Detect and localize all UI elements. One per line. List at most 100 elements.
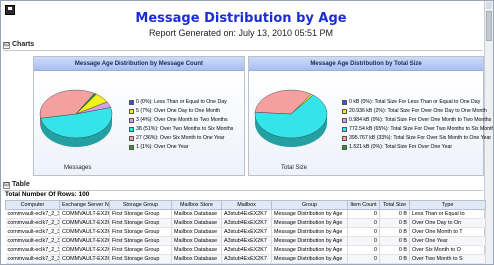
table-cell: COMMVAULT-EX2K7 <box>59 227 110 237</box>
legend-label: 3 (4%): Over One Month to Two Months <box>136 117 228 123</box>
legend-label: 20.936 kB (2%): Total Size For Over One … <box>349 108 487 114</box>
legend-swatch <box>342 109 347 114</box>
table-cell: Over Six Month to O <box>409 245 486 255</box>
legend-item: 0 (0%): Less Than or Equal to One Day <box>129 98 233 107</box>
chart-caption: Messages <box>64 165 92 171</box>
table-cell: Over One Day to On <box>409 218 486 228</box>
column-header[interactable]: Storage Group <box>109 200 172 210</box>
column-header[interactable]: Exchange Server Name <box>59 200 110 210</box>
scroll-up-icon[interactable] <box>486 2 492 9</box>
table-cell: A3stub4ExEX2K7 <box>221 245 272 255</box>
table-cell: 0 <box>347 218 380 228</box>
chart-title: Message Age Distribution by Message Coun… <box>34 57 244 71</box>
table-row[interactable]: commvault-ecIk7_2_3 COMMVAULT-EX2K7 First … <box>5 218 486 228</box>
legend-label: 1.521 kB (0%): Total Size For Over One Y… <box>349 144 453 150</box>
legend-item: 3 (4%): Over One Month to Two Months <box>129 116 233 125</box>
table-cell: A3stub4ExEX2K7 <box>221 218 272 228</box>
chart-legend: 0 kB (0%): Total Size For Less Than or E… <box>342 98 494 152</box>
table-cell: 0 B <box>379 254 410 264</box>
table-cell: 0 B <box>379 236 410 246</box>
column-header[interactable]: Computer <box>5 200 60 210</box>
legend-item: 20.936 kB (2%): Total Size For Over One … <box>342 107 493 116</box>
table-cell: Message Distribution by Age <box>271 227 348 237</box>
report-title: Message Distribution by Age <box>135 11 347 26</box>
table-row[interactable]: commvault-ecIk7_2_3 COMMVAULT-EX2K7 First … <box>5 227 486 237</box>
pie-chart <box>254 89 328 147</box>
column-header[interactable]: Total Size <box>379 200 410 210</box>
table-cell: commvault-ecIk7_2_3 <box>5 218 60 228</box>
table-cell: Mailbox Database <box>171 227 222 237</box>
table-cell: Mailbox Database <box>171 236 222 246</box>
table-cell: A3stub4ExEX2K7 <box>221 209 272 219</box>
table-row[interactable]: commvault-ecIk7_2_3 COMMVAULT-EX2K7 First … <box>5 236 486 246</box>
message-count-chart: Message Age Distribution by Message Coun… <box>33 56 245 176</box>
column-header[interactable]: Type <box>409 200 486 210</box>
report-window: Message Distribution by Age Report Gener… <box>0 0 494 265</box>
table-row[interactable]: commvault-ecIk7_2_3 COMMVAULT-EX2K7 First … <box>5 254 486 264</box>
chart-legend: 0 (0%): Less Than or Equal to One Day 5 (… <box>129 98 233 152</box>
legend-swatch <box>129 109 134 114</box>
table-cell: 0 B <box>379 245 410 255</box>
table-cell: 0 B <box>379 209 410 219</box>
table-section-header[interactable]: ⊟ Table <box>3 181 483 191</box>
legend-item: 0.984 kB (0%): Total Size For Over One M… <box>342 116 493 125</box>
total-size-chart: Message Age Distribution by Total Size T… <box>248 56 493 176</box>
legend-label: 27 (36%): Over Six Month to One Year <box>136 135 225 141</box>
legend-label: 0 (0%): Less Than or Equal to One Day <box>136 99 227 105</box>
legend-label: 395.767 kB (33%): Total Size For Over Si… <box>349 135 492 141</box>
legend-swatch <box>129 118 134 123</box>
charts-section-header[interactable]: ⊟ Charts <box>3 41 483 51</box>
table-cell: commvault-ecIk7_2_3 <box>5 254 60 264</box>
table-cell: Mailbox Database <box>171 254 222 264</box>
table-cell: 0 <box>347 236 380 246</box>
collapse-icon[interactable]: ⊟ <box>3 42 10 49</box>
table-cell: First Storage Group <box>109 245 172 255</box>
table-cell: First Storage Group <box>109 236 172 246</box>
table-cell: First Storage Group <box>109 218 172 228</box>
collapse-icon[interactable]: ⊟ <box>3 182 10 189</box>
table-cell: Over One Month to T <box>409 227 486 237</box>
pie-chart <box>39 89 113 147</box>
legend-label: 772.54 kB (65%): Total Size For Over Two… <box>349 126 494 132</box>
table-cell: A3stub4ExEX2K7 <box>221 254 272 264</box>
table-cell: Message Distribution by Age <box>271 245 348 255</box>
table-row[interactable]: commvault-ecIk7_2_3 COMMVAULT-EX2K7 First … <box>5 209 486 219</box>
row-count: Total Number Of Rows: 100 <box>5 191 90 198</box>
table-cell: Over Two Month to S <box>409 254 486 264</box>
table-cell: 0 <box>347 209 380 219</box>
scrollbar-thumb[interactable] <box>486 11 492 41</box>
charts-section-label: Charts <box>12 41 35 48</box>
legend-swatch <box>342 100 347 105</box>
table-cell: First Storage Group <box>109 254 172 264</box>
table-cell: A3stub4ExEX2K7 <box>221 236 272 246</box>
table-cell: commvault-ecIk7_2_3 <box>5 227 60 237</box>
column-header[interactable]: Mailbox Store <box>171 200 222 210</box>
table-cell: Over One Year <box>409 236 486 246</box>
column-header[interactable]: Item Count <box>347 200 380 210</box>
table-cell: Mailbox Database <box>171 218 222 228</box>
legend-swatch <box>342 136 347 141</box>
column-header[interactable]: Mailbox <box>221 200 272 210</box>
table-cell: COMMVAULT-EX2K7 <box>59 218 110 228</box>
data-table: ComputerExchange Server NameStorage Grou… <box>5 200 486 264</box>
legend-swatch <box>342 127 347 132</box>
table-cell: COMMVAULT-EX2K7 <box>59 245 110 255</box>
chart-area: Messages 0 (0%): Less Than or Equal to O… <box>34 72 244 175</box>
table-cell: 0 <box>347 254 380 264</box>
table-cell: COMMVAULT-EX2K7 <box>59 254 110 264</box>
chart-caption: Total Size <box>281 165 308 171</box>
legend-item: 27 (36%): Over Six Month to One Year <box>129 134 233 143</box>
table-cell: 0 <box>347 227 380 237</box>
legend-item: 0 kB (0%): Total Size For Less Than or E… <box>342 98 493 107</box>
column-header[interactable]: Group <box>271 200 348 210</box>
legend-item: 38 (51%): Over Two Months to Six Months <box>129 125 233 134</box>
legend-swatch <box>129 127 134 132</box>
legend-swatch <box>129 100 134 105</box>
table-row[interactable]: commvault-ecIk7_2_3 COMMVAULT-EX2K7 First … <box>5 245 486 255</box>
table-cell: 0 <box>347 245 380 255</box>
legend-label: 0.984 kB (0%): Total Size For Over One M… <box>349 117 492 123</box>
table-section-label: Table <box>12 181 30 188</box>
chart-area: Total Size 0 kB (0%): Total Size For Les… <box>249 72 493 175</box>
table-cell: commvault-ecIk7_2_3 <box>5 209 60 219</box>
table-cell: 0 B <box>379 227 410 237</box>
